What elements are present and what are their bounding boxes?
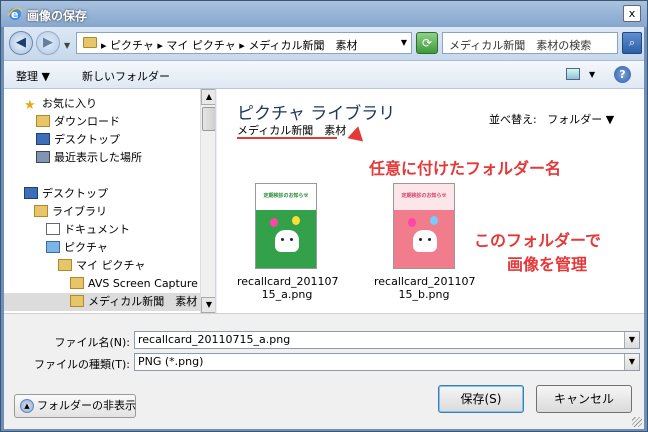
help-icon[interactable]: ? xyxy=(614,66,631,83)
back-button[interactable]: ◀ xyxy=(9,31,33,55)
navigation-pane: ★ お気に入り ダウンロード デスクトップ 最近表示した場所 デスクトップ ライブ… xyxy=(4,89,216,313)
forward-button[interactable]: ▶ xyxy=(36,31,60,55)
pictures-icon xyxy=(46,241,60,253)
scroll-thumb[interactable] xyxy=(202,107,215,131)
title-bar: e 画像の保存 x xyxy=(1,1,647,27)
nav-desktop[interactable]: デスクトップ xyxy=(24,185,108,203)
folder-icon xyxy=(70,277,84,289)
thumb-title: 定期検診のお知らせ xyxy=(401,193,447,199)
cancel-button[interactable]: キャンセル xyxy=(536,385,632,413)
annotation-underline xyxy=(237,137,337,139)
desktop-icon xyxy=(24,187,38,199)
annotation-arrow-icon xyxy=(344,126,364,146)
window-title: 画像の保存 xyxy=(27,9,88,23)
search-icon[interactable]: ⌕ xyxy=(622,32,642,54)
arrange-by[interactable]: 並べ替え: フォルダー ▼ xyxy=(489,111,614,127)
filename-value: recallcard_20110715_a.png xyxy=(138,333,291,346)
address-bar[interactable]: ▸ ピクチャ ▸ マイ ピクチャ ▸ メディカル新聞 素材 ▼ xyxy=(76,32,412,54)
file-thumbnail-a[interactable]: 定期検診のお知らせ xyxy=(255,183,317,269)
nav-pictures[interactable]: ピクチャ xyxy=(46,239,108,257)
library-subtitle: メディカル新聞 素材 xyxy=(237,124,347,137)
address-path: ▸ ピクチャ ▸ マイ ピクチャ ▸ メディカル新聞 素材 xyxy=(101,39,358,52)
folder-icon xyxy=(58,259,72,271)
address-dropdown-icon[interactable]: ▼ xyxy=(401,38,407,47)
nav-libraries[interactable]: ライブラリ xyxy=(34,203,107,221)
filename-dropdown-icon[interactable]: ▼ xyxy=(624,332,639,348)
view-dropdown-icon[interactable]: ▼ xyxy=(589,70,595,79)
filetype-dropdown-icon[interactable]: ▼ xyxy=(624,354,639,370)
command-toolbar: 整理 ▼ 新しいフォルダー ▼ ? xyxy=(4,61,644,89)
hide-folders-label: フォルダーの非表示 xyxy=(37,399,136,412)
folder-icon xyxy=(83,37,97,48)
save-image-dialog: e 画像の保存 x ◀ ▶ ▼ ▸ ピクチャ ▸ マイ ピクチャ ▸ メディカル… xyxy=(0,0,648,432)
arrange-by-value[interactable]: フォルダー ▼ xyxy=(547,113,614,126)
filetype-select[interactable]: PNG (*.png) ▼ xyxy=(134,353,640,371)
save-form: ファイル名(N): recallcard_20110715_a.png ▼ ファ… xyxy=(4,313,644,429)
save-button[interactable]: 保存(S) xyxy=(438,385,524,413)
address-row: ◀ ▶ ▼ ▸ ピクチャ ▸ マイ ピクチャ ▸ メディカル新聞 素材 ▼ ⟳ … xyxy=(4,27,644,61)
internet-explorer-icon: e xyxy=(7,7,23,21)
nav-recent-places[interactable]: 最近表示した場所 xyxy=(36,149,142,167)
annotation-folder-name: 任意に付けたフォルダー名 xyxy=(369,159,562,178)
filename-label: ファイル名(N): xyxy=(54,336,130,349)
dialog-body: ◀ ▶ ▼ ▸ ピクチャ ▸ マイ ピクチャ ▸ メディカル新聞 素材 ▼ ⟳ … xyxy=(4,27,644,429)
desktop-icon xyxy=(36,133,50,145)
file-name-a[interactable]: recallcard_201107 15_a.png xyxy=(237,275,339,301)
nav-scrollbar[interactable]: ▲ ▼ xyxy=(200,89,215,313)
nav-downloads[interactable]: ダウンロード xyxy=(36,113,120,131)
documents-icon xyxy=(46,223,60,235)
filename-input[interactable]: recallcard_20110715_a.png ▼ xyxy=(134,331,640,349)
refresh-button[interactable]: ⟳ xyxy=(416,32,438,54)
nav-medical-news-materials[interactable]: メディカル新聞 素材 xyxy=(4,293,200,311)
nav-documents[interactable]: ドキュメント xyxy=(46,221,130,239)
recent-pages-dropdown[interactable]: ▼ xyxy=(64,41,70,50)
file-thumbnail-b[interactable]: 定期検診のお知らせ xyxy=(393,183,455,269)
nav-favorites[interactable]: ★ お気に入り xyxy=(24,95,97,113)
arrange-by-label: 並べ替え: xyxy=(489,113,537,126)
file-name-b[interactable]: recallcard_201107 15_b.png xyxy=(374,275,476,301)
folder-icon xyxy=(70,295,84,307)
nav-my-pictures[interactable]: マイ ピクチャ xyxy=(58,257,145,275)
scroll-down-icon[interactable]: ▼ xyxy=(201,297,215,313)
library-icon xyxy=(34,205,48,217)
filetype-label: ファイルの種類(T): xyxy=(33,358,130,371)
annotation-manage-line1: このフォルダーで xyxy=(474,231,602,250)
chevron-up-icon: ▲ xyxy=(20,399,34,413)
star-icon: ★ xyxy=(24,98,36,113)
download-icon xyxy=(36,115,50,127)
tooth-icon xyxy=(275,230,299,252)
new-folder-button[interactable]: 新しいフォルダー xyxy=(82,68,170,84)
organize-menu[interactable]: 整理 ▼ xyxy=(16,68,50,84)
tooth-icon xyxy=(413,230,437,252)
recent-icon xyxy=(36,151,50,163)
close-button[interactable]: x xyxy=(623,5,641,22)
scroll-up-icon[interactable]: ▲ xyxy=(201,89,215,105)
annotation-manage-line2: 画像を管理 xyxy=(507,255,588,274)
hide-folders-button[interactable]: ▲ フォルダーの非表示 xyxy=(14,394,136,418)
view-icon[interactable] xyxy=(566,68,580,80)
file-pane: ピクチャ ライブラリ メディカル新聞 素材 並べ替え: フォルダー ▼ 任意に付… xyxy=(217,89,644,313)
nav-desktop-fav[interactable]: デスクトップ xyxy=(36,131,120,149)
search-input[interactable]: メディカル新聞 素材の検索 xyxy=(442,32,618,54)
resize-grip-icon[interactable] xyxy=(632,417,642,427)
library-title: ピクチャ ライブラリ xyxy=(237,104,396,124)
thumb-title: 定期検診のお知らせ xyxy=(263,193,309,199)
nav-avs-screen-capture[interactable]: AVS Screen Capture xyxy=(70,275,198,293)
filetype-value: PNG (*.png) xyxy=(138,355,204,368)
